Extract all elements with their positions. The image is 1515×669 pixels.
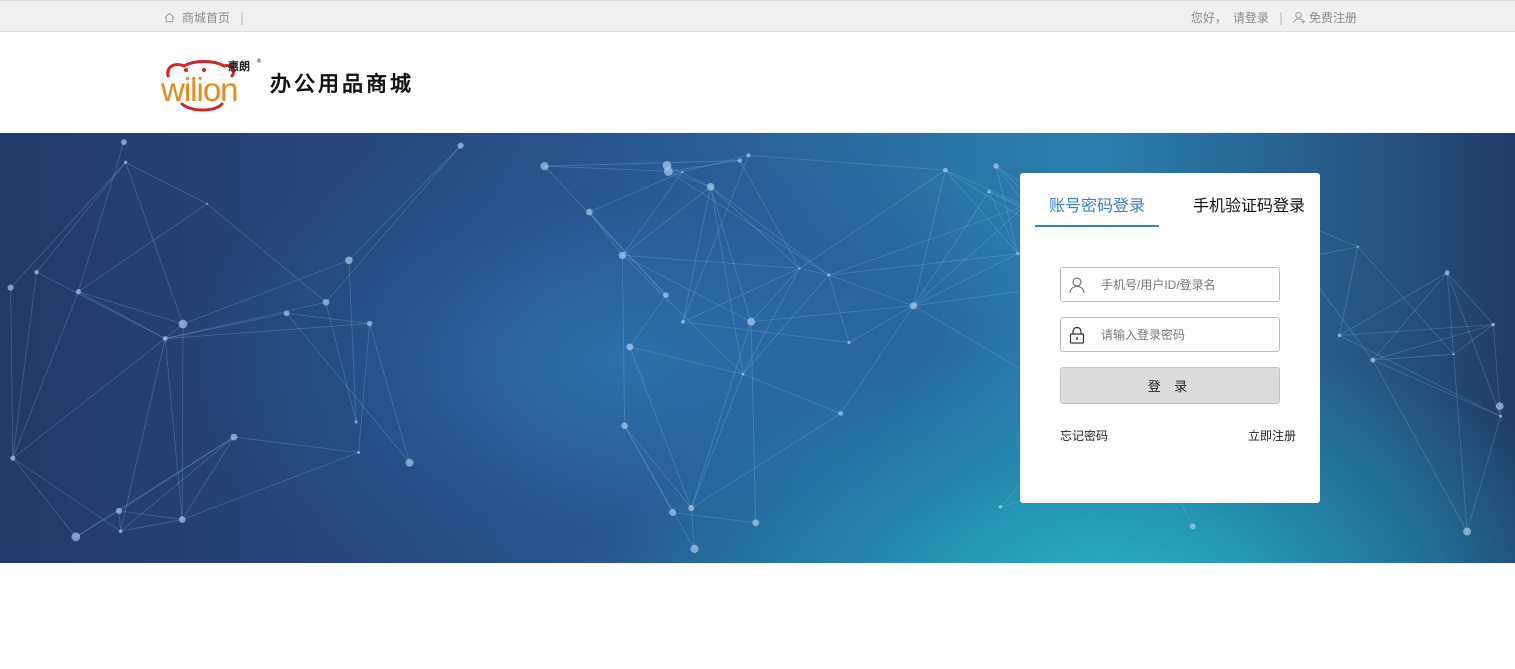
wilion-logo[interactable]: 惠朗 ® wilion [160,56,262,112]
greeting-text: 您好， [1190,11,1227,25]
home-icon [164,12,175,23]
svg-text:wilion: wilion [160,71,238,108]
svg-text:®: ® [256,58,262,65]
login-tabs: 账号密码登录 手机验证码登录 [1035,195,1305,227]
login-panel: 账号密码登录 手机验证码登录 登 录 忘记密码 立即注册 [1020,173,1320,503]
site-title: 办公用品商城 [270,71,414,96]
user-icon [1069,277,1085,294]
forgot-password-link[interactable]: 忘记密码 [1060,427,1108,444]
user-add-icon [1293,11,1306,24]
separator: | [1278,10,1283,25]
home-link[interactable]: 商城首页 [182,9,230,26]
separator: | [240,10,245,25]
lock-icon [1069,326,1085,344]
password-field-wrapper [1060,317,1280,352]
password-input[interactable] [1099,318,1274,351]
username-field-wrapper [1060,267,1280,302]
top-bar-left: 商城首页 | [163,9,248,26]
username-input[interactable] [1099,268,1274,301]
register-link[interactable]: 免费注册 [1309,9,1357,26]
login-button[interactable]: 登 录 [1060,367,1280,404]
top-bar: 商城首页 | 您好， 请登录 | 免费注册 [0,0,1515,32]
register-now-link[interactable]: 立即注册 [1248,427,1296,444]
tab-sms-login[interactable]: 手机验证码登录 [1179,195,1305,227]
site-header: 惠朗 ® wilion 办公用品商城 [0,32,1515,133]
top-bar-right: 您好， 请登录 | 免费注册 [1191,9,1357,26]
tab-password-login[interactable]: 账号密码登录 [1035,195,1160,227]
login-link[interactable]: 请登录 [1233,9,1269,26]
register-link-group[interactable]: 免费注册 [1293,9,1357,26]
